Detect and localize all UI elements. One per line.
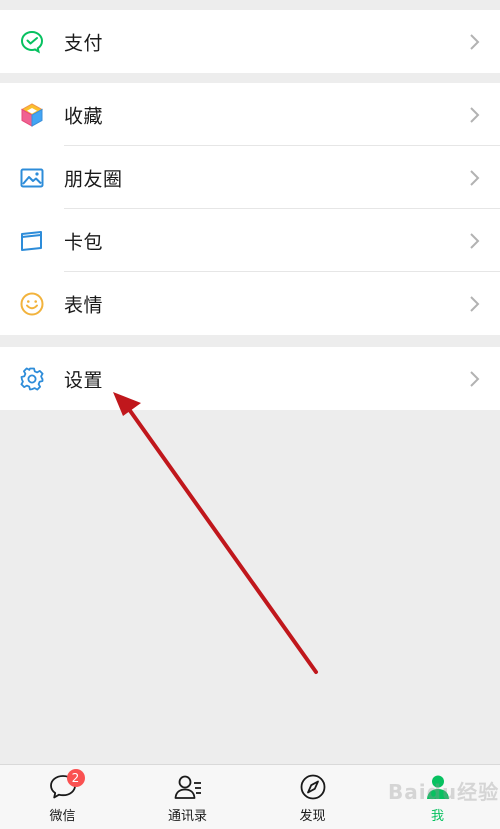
compass-icon <box>298 773 328 801</box>
pay-group: 支付 <box>0 10 500 73</box>
gear-icon <box>19 366 45 392</box>
tab-label: 微信 <box>49 809 76 824</box>
tab-contacts[interactable]: 通讯录 <box>125 765 250 829</box>
tab-discover[interactable]: 发现 <box>250 765 375 829</box>
card-wallet-icon <box>19 228 45 254</box>
watermark: Baidu经验 <box>388 780 500 804</box>
tab-chats[interactable]: 2 微信 <box>0 765 125 829</box>
menu-item-card-wallet[interactable]: 卡包 <box>0 209 500 272</box>
menu-item-stickers[interactable]: 表情 <box>0 272 500 335</box>
features-group: 收藏 朋友圈 卡包 表情 <box>0 83 500 335</box>
favorites-cube-icon <box>19 102 45 128</box>
menu-item-label: 设置 <box>64 369 104 391</box>
chevron-right-icon <box>470 106 480 123</box>
menu-item-settings[interactable]: 设置 <box>0 347 500 410</box>
chevron-right-icon <box>470 169 480 186</box>
chevron-right-icon <box>470 370 480 387</box>
menu-item-label: 表情 <box>64 294 104 316</box>
chevron-right-icon <box>470 295 480 312</box>
menu-item-label: 朋友圈 <box>64 168 123 190</box>
menu-item-label: 卡包 <box>64 231 104 253</box>
me-page: 支付 收藏 朋友圈 卡包 表情 设置 2 微信 通讯录 发现 我 Baidu经验 <box>0 0 500 829</box>
sticker-smiley-icon <box>19 291 45 317</box>
moments-picture-icon <box>19 165 45 191</box>
wechat-pay-icon <box>19 29 45 55</box>
chat-bubble-icon: 2 <box>48 769 85 801</box>
menu-item-favorites[interactable]: 收藏 <box>0 83 500 146</box>
menu-item-moments[interactable]: 朋友圈 <box>0 146 500 209</box>
menu-item-pay[interactable]: 支付 <box>0 10 500 73</box>
contacts-icon <box>173 773 203 801</box>
tab-label: 通讯录 <box>167 809 207 824</box>
menu-item-label: 收藏 <box>64 105 104 127</box>
unread-badge: 2 <box>66 769 85 787</box>
chevron-right-icon <box>470 232 480 249</box>
chevron-right-icon <box>470 33 480 50</box>
tab-label: 我 <box>430 809 444 824</box>
tab-label: 发现 <box>299 809 326 824</box>
menu-item-label: 支付 <box>64 32 104 54</box>
settings-group: 设置 <box>0 347 500 410</box>
